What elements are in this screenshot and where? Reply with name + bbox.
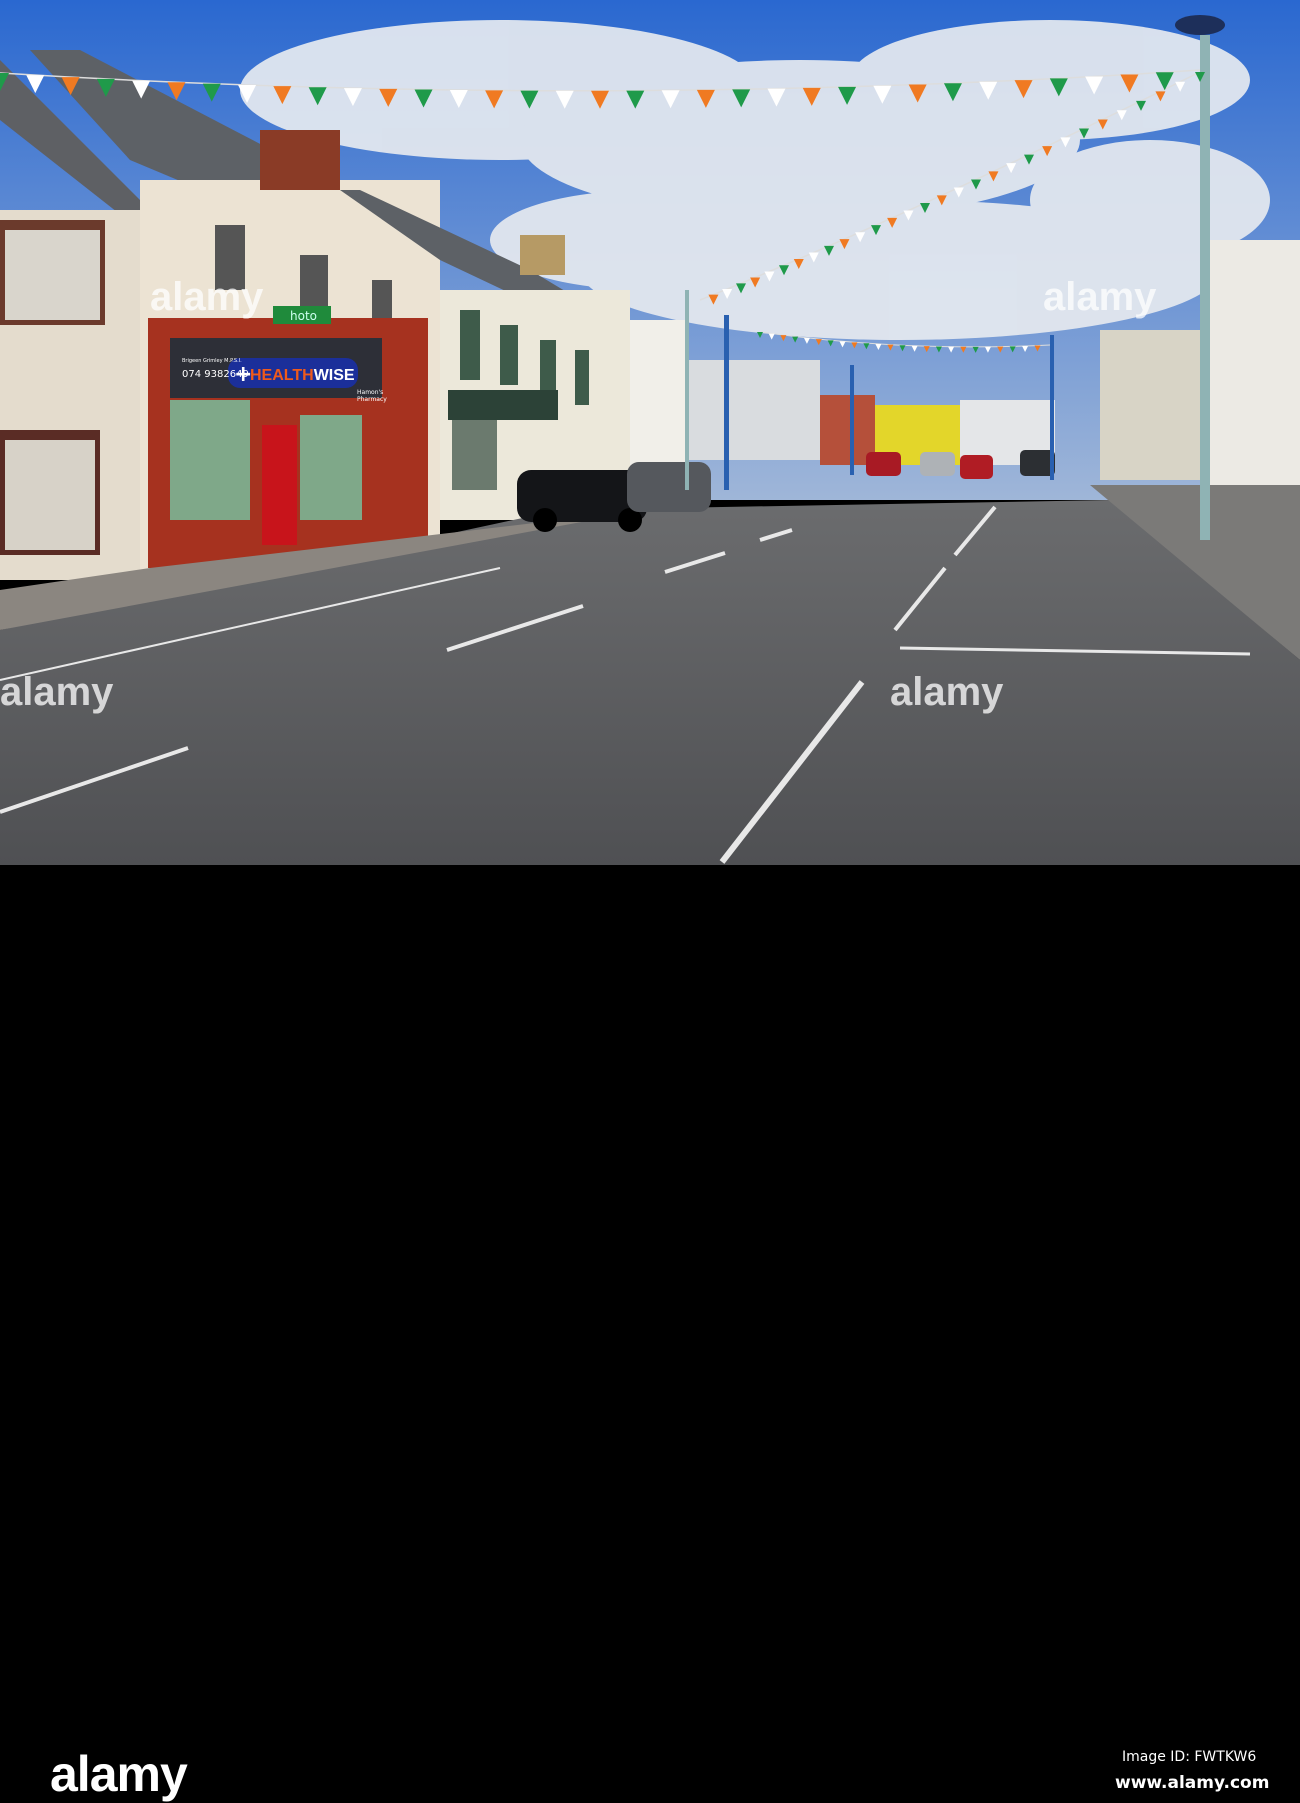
- svg-text:alamy: alamy: [0, 670, 114, 714]
- svg-text:HEALTHWISE: HEALTHWISE: [250, 367, 355, 384]
- alamy-logo: alamy: [50, 1746, 188, 1802]
- sign-phone: 074 9382649: [182, 369, 249, 380]
- sign-wise: WISE: [314, 367, 355, 384]
- image-id: Image ID: FWTKW6: [1122, 1749, 1257, 1765]
- svg-text:alamy: alamy: [1043, 275, 1157, 319]
- footer: alamy Image ID: FWTKW6 www.alamy.com: [0, 865, 1300, 1802]
- street-photo: + HEALTHWISE Brigeen Grimley M.P.S.I. 07…: [0, 0, 1300, 865]
- sign-pharmacy-1: Hamon's: [357, 389, 383, 396]
- sign-owner: Brigeen Grimley M.P.S.I.: [182, 358, 242, 364]
- svg-text:alamy: alamy: [150, 275, 264, 319]
- svg-text:alamy: alamy: [890, 670, 1004, 714]
- sign-health: HEALTH: [250, 367, 314, 384]
- website-link[interactable]: www.alamy.com: [1115, 1773, 1269, 1793]
- sign-pharmacy-2: Pharmacy: [357, 396, 387, 403]
- cross-sign: hoto: [290, 309, 317, 323]
